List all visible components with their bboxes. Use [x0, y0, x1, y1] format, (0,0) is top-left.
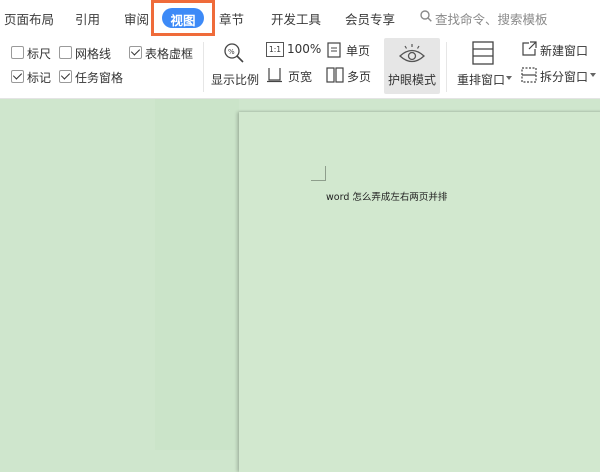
ruler-label: 标尺	[27, 47, 52, 61]
tab-developer[interactable]: 开发工具	[271, 9, 321, 28]
eye-icon	[399, 44, 425, 63]
search-placeholder: 查找命令、搜索模板	[435, 12, 548, 27]
tab-highlight-box	[151, 0, 215, 36]
task-pane-label: 任务窗格	[75, 71, 124, 85]
gridlines-label: 网格线	[75, 47, 112, 61]
gridlines-checkbox-box	[59, 46, 72, 59]
tab-references[interactable]: 引用	[75, 9, 100, 28]
eye-protection-label: 护眼模式	[388, 73, 437, 87]
new-window-icon	[522, 41, 537, 56]
view-ribbon: 标尺 网格线 表格虚框 标记 任务窗格 % 显示比例 1:1 100% 页宽 单…	[0, 36, 600, 99]
zoom-label: 显示比例	[211, 73, 260, 87]
split-window-label: 拆分窗口	[540, 70, 589, 84]
svg-text:%: %	[228, 48, 235, 56]
new-window-label: 新建窗口	[540, 44, 589, 58]
document-page[interactable]	[239, 112, 600, 472]
table-gridlines-label: 表格虚框	[145, 47, 194, 61]
one-to-one-icon: 1:1	[266, 42, 284, 57]
document-body-text[interactable]: word 怎么弄成左右两页并排	[326, 189, 447, 203]
tab-page-layout[interactable]: 页面布局	[4, 9, 54, 28]
task-pane-checkbox-box	[59, 70, 72, 83]
hundred-percent-label: 100%	[287, 42, 322, 56]
ribbon-separator	[446, 42, 447, 92]
page-width-icon	[267, 68, 282, 83]
arrange-windows-icon	[472, 41, 494, 65]
markup-checkbox-box	[11, 70, 24, 83]
split-window-icon	[521, 67, 537, 83]
tab-review[interactable]: 审阅	[124, 9, 149, 28]
chevron-down-icon	[590, 73, 596, 77]
table-gridlines-checkbox-box	[129, 46, 142, 59]
ribbon-tab-bar: 页面布局 引用 审阅 视图 章节 开发工具 会员专享 查找命令、搜索模板	[0, 0, 600, 36]
zoom-icon: %	[224, 43, 244, 63]
tab-member[interactable]: 会员专享	[345, 9, 395, 28]
page-margin-corner-mark	[311, 166, 326, 181]
document-margin-shade	[155, 99, 239, 450]
page-width-label: 页宽	[288, 70, 313, 84]
single-page-label: 单页	[346, 44, 371, 58]
chevron-down-icon	[506, 76, 512, 80]
tab-sections[interactable]: 章节	[219, 9, 244, 28]
ribbon-separator	[203, 42, 204, 92]
search-icon	[420, 10, 432, 22]
arrange-windows-label: 重排窗口	[457, 73, 506, 87]
single-page-icon	[327, 42, 341, 58]
multi-page-label: 多页	[347, 70, 372, 84]
markup-label: 标记	[27, 71, 52, 85]
ruler-checkbox-box	[11, 46, 24, 59]
multi-page-icon	[326, 67, 344, 83]
